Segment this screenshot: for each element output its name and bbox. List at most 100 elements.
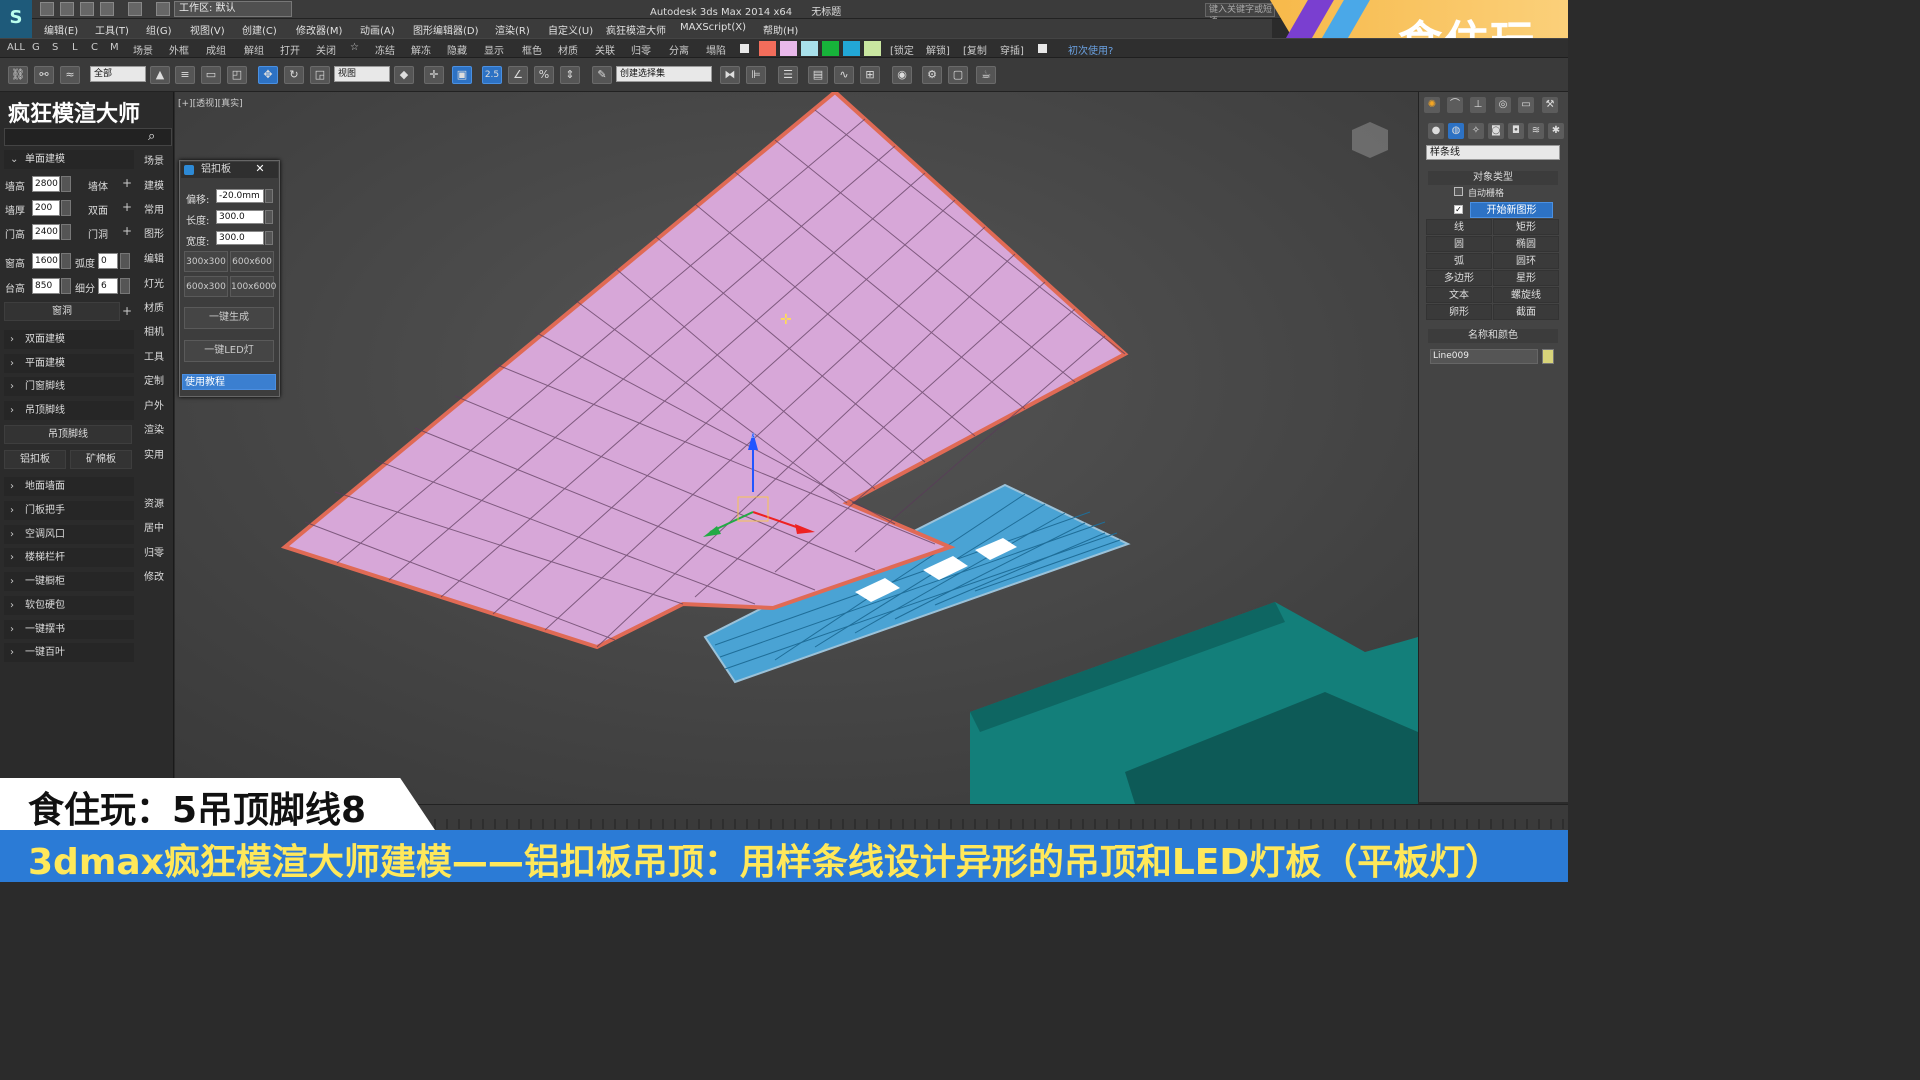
qb-collapse[interactable]: 塌陷 xyxy=(706,42,726,57)
menu-customize[interactable]: 自定义(U) xyxy=(548,22,593,37)
generate-button[interactable]: 一键生成 xyxy=(184,307,274,329)
undo-icon[interactable] xyxy=(100,2,114,16)
category-shapes[interactable]: 图形 xyxy=(144,225,164,240)
section-single-modeling[interactable]: ⌄ 单面建模 xyxy=(4,150,134,169)
section-button[interactable]: 截面 xyxy=(1493,304,1559,320)
category-edit[interactable]: 编辑 xyxy=(144,250,164,265)
section-stair-rail[interactable]: › 楼梯栏杆 xyxy=(4,548,134,567)
select-object-icon[interactable]: ▲ xyxy=(150,66,170,84)
percent-snap-icon[interactable]: % xyxy=(534,66,554,84)
qb-unfreeze[interactable]: 解冻 xyxy=(411,42,431,57)
star-button[interactable]: 星形 xyxy=(1493,270,1559,286)
section-double-modeling[interactable]: › 双面建模 xyxy=(4,330,134,349)
section-ac-vent[interactable]: › 空调风口 xyxy=(4,525,134,544)
hold-icon[interactable] xyxy=(156,2,170,16)
first-use-link[interactable]: 初次使用? xyxy=(1068,42,1113,57)
length-input[interactable]: 300.0 xyxy=(216,210,264,224)
angle-snap-icon[interactable]: ∠ xyxy=(508,66,528,84)
unlink-icon[interactable]: ⚯ xyxy=(34,66,54,84)
qb-open[interactable]: 打开 xyxy=(280,42,300,57)
link-icon[interactable]: ⛓ xyxy=(8,66,28,84)
category-reset[interactable]: 归零 xyxy=(144,544,164,559)
move-icon[interactable]: ✥ xyxy=(258,66,278,84)
width-input[interactable]: 300.0 xyxy=(216,231,264,245)
named-selection-dropdown[interactable]: 创建选择集 xyxy=(616,66,712,82)
menu-group[interactable]: 组(G) xyxy=(146,22,172,37)
mineral-board-button[interactable]: 矿棉板 xyxy=(70,450,132,469)
helpers-icon[interactable]: ◘ xyxy=(1508,123,1524,139)
help-search-input[interactable]: 键入关键字或短语 xyxy=(1205,3,1275,27)
section-blinds[interactable]: › 一键百叶 xyxy=(4,643,134,662)
window-hole-button[interactable]: 窗洞 xyxy=(4,302,120,321)
layer-manager-icon[interactable]: ☰ xyxy=(778,66,798,84)
color-swatch-green[interactable] xyxy=(822,41,839,56)
schematic-view-icon[interactable]: ⊞ xyxy=(860,66,880,84)
auto-grid-checkbox[interactable] xyxy=(1454,187,1463,196)
open-file-icon[interactable] xyxy=(60,2,74,16)
menu-maxscript[interactable]: MAXScript(X) xyxy=(680,22,746,33)
qb-square-icon[interactable] xyxy=(1038,44,1047,53)
ellipse-button[interactable]: 椭圆 xyxy=(1493,236,1559,252)
qb-intersect[interactable]: 穿插] xyxy=(1000,42,1024,57)
section-books[interactable]: › 一键摆书 xyxy=(4,620,134,639)
section-soft-panel[interactable]: › 软包硬包 xyxy=(4,596,134,615)
line-button[interactable]: 线 xyxy=(1426,219,1492,235)
text-button[interactable]: 文本 xyxy=(1426,287,1492,303)
material-editor-icon[interactable]: ◉ xyxy=(892,66,912,84)
qb-freeze[interactable]: 冻结 xyxy=(375,42,395,57)
arc-spinner[interactable] xyxy=(120,253,130,269)
helix-button[interactable]: 螺旋线 xyxy=(1493,287,1559,303)
filter-s[interactable]: S xyxy=(52,42,58,53)
graphite-ribbon-icon[interactable]: ▤ xyxy=(808,66,828,84)
qb-wire-color[interactable]: 框色 xyxy=(522,42,542,57)
qb-group[interactable]: 成组 xyxy=(206,42,226,57)
display-tab-icon[interactable]: ▭ xyxy=(1518,97,1534,113)
menu-views[interactable]: 视图(V) xyxy=(190,22,225,37)
render-setup-icon[interactable]: ⚙ xyxy=(922,66,942,84)
add-window-icon[interactable]: + xyxy=(122,304,132,318)
manipulate-icon[interactable]: ✛ xyxy=(424,66,444,84)
snap-toggle-icon[interactable]: 2.5 xyxy=(482,66,502,84)
lights-icon[interactable]: ✧ xyxy=(1468,123,1484,139)
perspective-viewport[interactable]: z ✛ xyxy=(175,92,1418,804)
shapes-icon[interactable]: ◍ xyxy=(1448,123,1464,139)
offset-input[interactable]: -20.0mm xyxy=(216,189,264,203)
filter-g[interactable]: G xyxy=(32,42,40,53)
rectangle-button[interactable]: 矩形 xyxy=(1493,219,1559,235)
double-side-button[interactable]: 双面 xyxy=(88,202,108,217)
search-icon[interactable]: ⌕ xyxy=(148,129,155,144)
add-door-icon[interactable]: + xyxy=(122,224,132,238)
modify-tab-icon[interactable]: ⌒ xyxy=(1447,97,1463,113)
align-icon[interactable]: ⊫ xyxy=(746,66,766,84)
systems-icon[interactable]: ✱ xyxy=(1548,123,1564,139)
qb-ungroup[interactable]: 解组 xyxy=(244,42,264,57)
donut-button[interactable]: 圆环 xyxy=(1493,253,1559,269)
filter-all[interactable]: ALL xyxy=(7,42,25,53)
selection-filter-dropdown[interactable]: 全部 xyxy=(90,66,146,82)
hierarchy-tab-icon[interactable]: ⊥ xyxy=(1470,97,1486,113)
color-swatch-blue[interactable] xyxy=(843,41,860,56)
width-spinner[interactable] xyxy=(265,231,273,245)
qb-detach[interactable]: 分离 xyxy=(669,42,689,57)
save-file-icon[interactable] xyxy=(80,2,94,16)
section-door-handle[interactable]: › 门板把手 xyxy=(4,501,134,520)
cameras-icon[interactable]: ◙ xyxy=(1488,123,1504,139)
scale-icon[interactable]: ◲ xyxy=(310,66,330,84)
color-swatch-lightgreen[interactable] xyxy=(864,41,881,56)
section-ceiling-trim[interactable]: › 吊顶脚线 xyxy=(4,401,134,420)
edit-named-selection-icon[interactable]: ✎ xyxy=(592,66,612,84)
preset-100x6000-button[interactable]: 100x6000 xyxy=(230,276,276,297)
preset-600x300-button[interactable]: 600x300 xyxy=(184,276,228,297)
render-production-icon[interactable]: ☕ xyxy=(976,66,996,84)
door-hole-button[interactable]: 门洞 xyxy=(88,226,108,241)
offset-spinner[interactable] xyxy=(265,189,273,203)
qb-outline[interactable]: 外框 xyxy=(169,42,189,57)
spacewarps-icon[interactable]: ≋ xyxy=(1528,123,1544,139)
category-lights[interactable]: 灯光 xyxy=(144,275,164,290)
wall-height-input[interactable]: 2800 xyxy=(32,176,60,192)
add-wall-icon[interactable]: + xyxy=(122,176,132,190)
section-floor-wall[interactable]: › 地面墙面 xyxy=(4,477,134,496)
redo-icon[interactable] xyxy=(128,2,142,16)
rect-selection-icon[interactable]: ▭ xyxy=(201,66,221,84)
filter-c[interactable]: C xyxy=(91,42,98,53)
